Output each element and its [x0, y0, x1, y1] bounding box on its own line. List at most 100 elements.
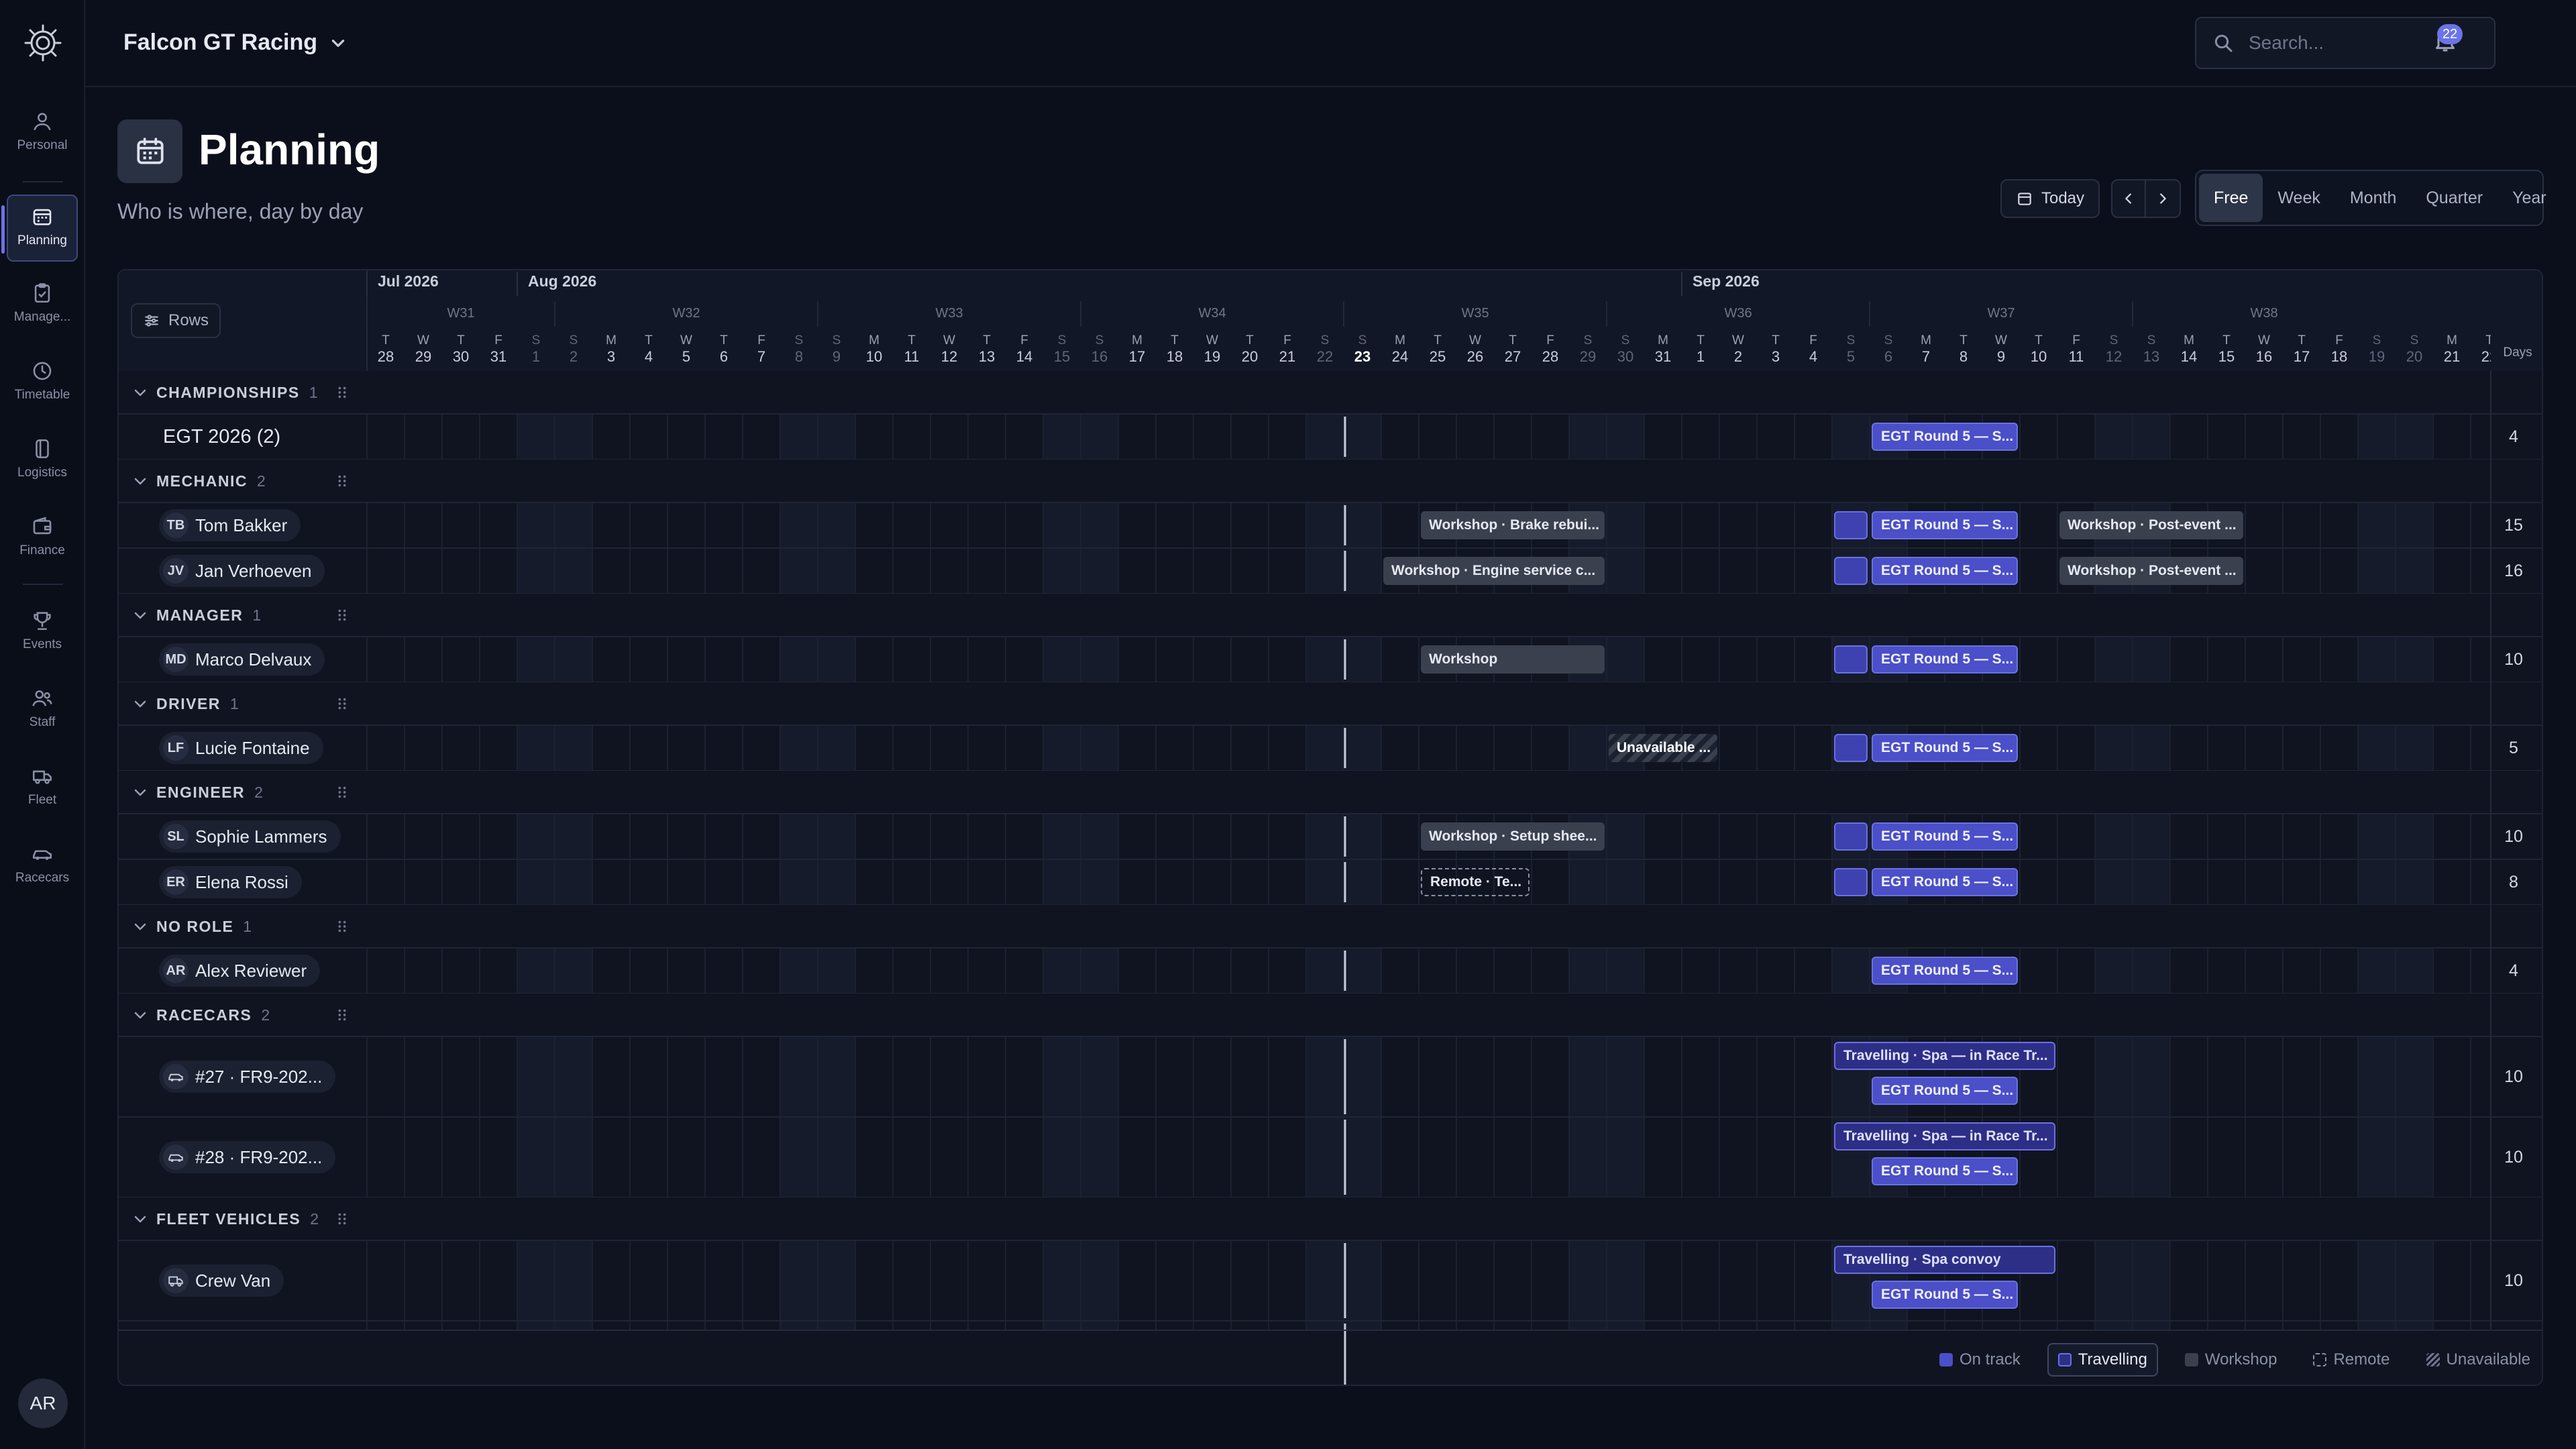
- event-bar-travel[interactable]: Travelling · Spa — in Race Tr...: [1834, 1122, 2055, 1150]
- event-bar-stub[interactable]: [1834, 645, 1868, 674]
- week-label: W38: [2250, 306, 2277, 321]
- event-bar-on[interactable]: EGT Round 5 — S...: [1872, 822, 2018, 851]
- next-period-button[interactable]: [2146, 179, 2181, 218]
- drag-handle-icon[interactable]: [335, 385, 350, 400]
- today-button[interactable]: Today: [2000, 179, 2100, 218]
- drag-handle-icon[interactable]: [335, 1008, 350, 1022]
- group-row-bg: [119, 460, 2542, 502]
- person-chip[interactable]: AR Alex Reviewer: [159, 955, 321, 987]
- event-bar-on[interactable]: EGT Round 5 — S...: [1872, 557, 2018, 585]
- user-avatar[interactable]: AR: [18, 1379, 68, 1428]
- event-bar-on[interactable]: EGT Round 5 — S...: [1872, 1077, 2018, 1105]
- group-count: 1: [309, 383, 319, 401]
- group-header-driver[interactable]: DRIVER 1: [119, 682, 367, 725]
- nav-item-events[interactable]: Events: [7, 600, 78, 667]
- event-bar-stub[interactable]: [1834, 868, 1868, 896]
- group-header-no-role[interactable]: NO ROLE 1: [119, 905, 367, 948]
- view-free-button[interactable]: Free: [2199, 174, 2263, 222]
- event-bar-ws[interactable]: Workshop · Setup shee...: [1421, 822, 1605, 851]
- event-bar-stub[interactable]: [1834, 822, 1868, 851]
- nav-item-personal[interactable]: Personal: [7, 101, 78, 168]
- event-bar-on[interactable]: EGT Round 5 — S...: [1872, 868, 2018, 896]
- nav-item-racecars[interactable]: Racecars: [7, 833, 78, 900]
- drag-handle-icon[interactable]: [335, 1212, 350, 1226]
- nav-item-fleet[interactable]: Fleet: [7, 755, 78, 822]
- event-bar-travel[interactable]: Travelling · Spa convoy: [1834, 1246, 2055, 1274]
- event-bar-stub[interactable]: [1834, 734, 1868, 762]
- event-bar-unav[interactable]: Unavailable ...: [1609, 734, 1717, 762]
- group-header-mechanic[interactable]: MECHANIC 2: [119, 460, 367, 502]
- nav-item-staff[interactable]: Staff: [7, 678, 78, 745]
- event-bar-on[interactable]: EGT Round 5 — S...: [1872, 957, 2018, 985]
- event-bar-ws[interactable]: Workshop: [1421, 645, 1605, 674]
- day-number: 7: [757, 348, 765, 365]
- person-chip[interactable]: JV Jan Verhoeven: [159, 555, 325, 587]
- resource-chip[interactable]: Crew Van: [159, 1265, 284, 1297]
- day-letter: S: [1621, 333, 1630, 347]
- event-bar-on[interactable]: EGT Round 5 — S...: [1872, 734, 2018, 762]
- legend-item-travelling[interactable]: Travelling: [2047, 1343, 2158, 1377]
- view-month-button[interactable]: Month: [2335, 174, 2411, 222]
- day-letter: W: [680, 333, 692, 347]
- event-bar-on[interactable]: EGT Round 5 — S...: [1872, 645, 2018, 674]
- drag-handle-icon[interactable]: [335, 608, 350, 623]
- person-chip[interactable]: TB Tom Bakker: [159, 509, 301, 541]
- day-number: 26: [1467, 348, 1483, 365]
- event-bar-on[interactable]: EGT Round 5 — S...: [1872, 423, 2018, 451]
- event-bar-ws[interactable]: Workshop · Post-event ...: [2059, 557, 2243, 585]
- nav-item-manage[interactable]: Manage...: [7, 272, 78, 339]
- legend-item-workshop[interactable]: Workshop: [2176, 1343, 2287, 1377]
- event-bar-ws[interactable]: Workshop · Brake rebui...: [1421, 511, 1605, 539]
- person-chip[interactable]: MD Marco Delvaux: [159, 643, 325, 676]
- rows-button[interactable]: Rows: [131, 303, 221, 338]
- event-bar-stub[interactable]: [1834, 511, 1868, 539]
- group-header-racecars[interactable]: RACECARS 2: [119, 994, 367, 1036]
- event-bar-ws[interactable]: Workshop · Engine service c...: [1383, 557, 1605, 585]
- drag-handle-icon[interactable]: [335, 919, 350, 934]
- person-chip[interactable]: LF Lucie Fontaine: [159, 732, 323, 764]
- event-bar-on[interactable]: EGT Round 5 — S...: [1872, 1281, 2018, 1309]
- day-number: 6: [720, 348, 728, 365]
- legend-item-remote[interactable]: Remote: [2304, 1343, 2399, 1377]
- team-switcher[interactable]: Falcon GT Racing: [123, 30, 347, 56]
- person-chip[interactable]: SL Sophie Lammers: [159, 820, 341, 853]
- nav-item-finance[interactable]: Finance: [7, 506, 78, 573]
- day-number: 8: [795, 348, 803, 365]
- event-bar-stub[interactable]: [1834, 557, 1868, 585]
- view-year-button[interactable]: Year: [2498, 174, 2561, 222]
- previous-period-button[interactable]: [2111, 179, 2146, 218]
- day-number: 17: [2294, 348, 2310, 365]
- group-header-engineer[interactable]: ENGINEER 2: [119, 771, 367, 814]
- day-letter: W: [2258, 333, 2270, 347]
- person-initials: AR: [163, 958, 189, 983]
- drag-handle-icon[interactable]: [335, 474, 350, 488]
- nav-item-timetable[interactable]: Timetable: [7, 350, 78, 417]
- legend-item-on-track[interactable]: On track: [1930, 1343, 2030, 1377]
- resource-avatar: [163, 1144, 189, 1170]
- nav-item-logistics[interactable]: Logistics: [7, 428, 78, 495]
- drag-handle-icon[interactable]: [335, 696, 350, 711]
- group-header-fleet-vehicles[interactable]: FLEET VEHICLES 2: [119, 1197, 367, 1240]
- event-bar-ws[interactable]: Workshop · Post-event ...: [2059, 511, 2243, 539]
- legend-item-unavailable[interactable]: Unavailable: [2417, 1343, 2540, 1377]
- day-letter: M: [1658, 333, 1668, 347]
- view-quarter-button[interactable]: Quarter: [2411, 174, 2498, 222]
- group-header-manager[interactable]: MANAGER 1: [119, 594, 367, 637]
- event-bar-on[interactable]: EGT Round 5 — S...: [1872, 511, 2018, 539]
- event-bar-on[interactable]: EGT Round 5 — S...: [1872, 1157, 2018, 1185]
- row-label: Crew Van: [119, 1240, 367, 1321]
- clock-icon: [33, 362, 52, 380]
- event-bar-travel[interactable]: Travelling · Spa — in Race Tr...: [1834, 1042, 2055, 1070]
- app-logo[interactable]: [23, 23, 63, 63]
- resource-chip[interactable]: #27 · FR9-202...: [159, 1061, 336, 1093]
- drag-handle-icon[interactable]: [335, 785, 350, 800]
- nav-item-planning[interactable]: Planning: [1, 195, 78, 262]
- page-subtitle: Who is where, day by day: [117, 199, 364, 223]
- group-header-championships[interactable]: CHAMPIONSHIPS 1: [119, 371, 367, 414]
- event-bar-remote[interactable]: Remote · Te...: [1421, 868, 1529, 896]
- person-chip[interactable]: ER Elena Rossi: [159, 866, 302, 898]
- championship-name[interactable]: EGT 2026 (2): [163, 426, 280, 448]
- resource-chip[interactable]: #28 · FR9-202...: [159, 1141, 336, 1173]
- view-week-button[interactable]: Week: [2263, 174, 2334, 222]
- day-number: 1: [532, 348, 540, 365]
